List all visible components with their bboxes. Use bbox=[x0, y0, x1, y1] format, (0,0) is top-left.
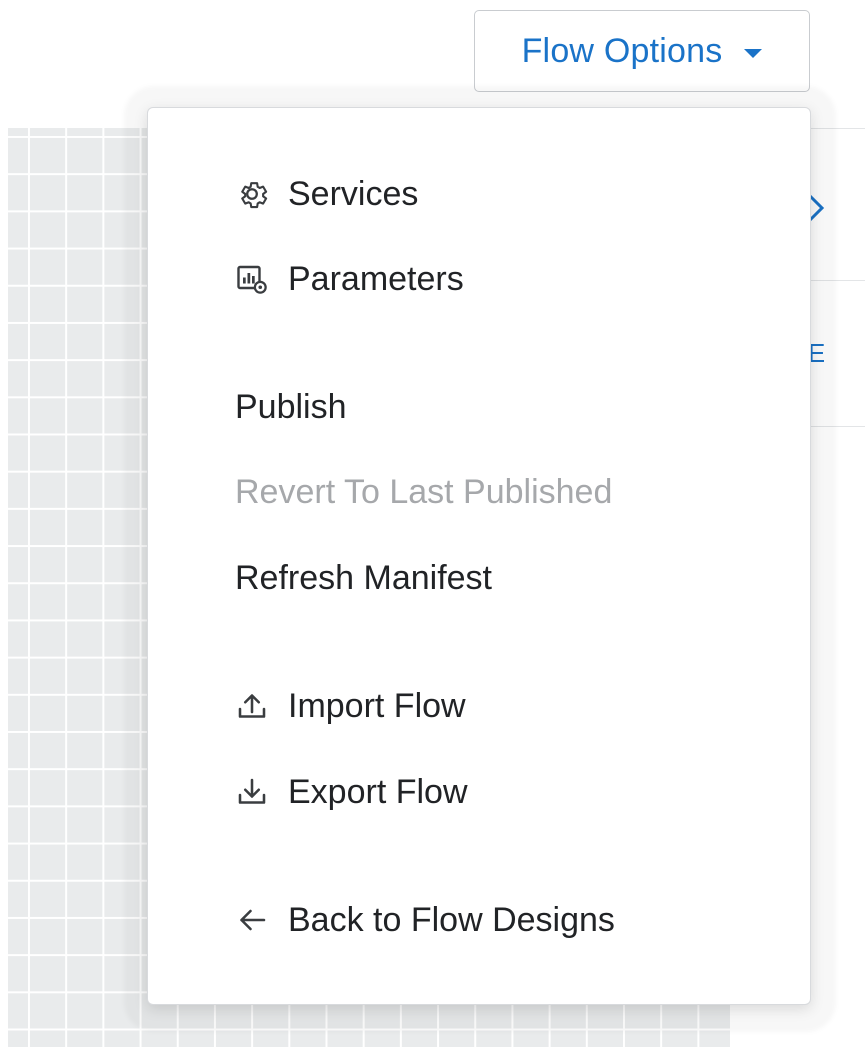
menu-item-label: Export Flow bbox=[288, 772, 468, 811]
arrow-left-icon bbox=[234, 900, 274, 940]
menu-item-label: Refresh Manifest bbox=[235, 558, 492, 597]
menu-item-label: Parameters bbox=[288, 259, 464, 298]
menu-item-publish[interactable]: Publish bbox=[235, 383, 347, 431]
menu-item-label: Publish bbox=[235, 387, 347, 426]
flow-options-menu: Services Parameters Publish Revert To La… bbox=[147, 107, 811, 1005]
flow-options-button[interactable]: Flow Options bbox=[474, 10, 810, 92]
menu-item-back-to-flow-designs[interactable]: Back to Flow Designs bbox=[234, 896, 615, 944]
gear-icon bbox=[234, 174, 274, 214]
flow-options-label: Flow Options bbox=[521, 31, 723, 70]
upload-icon bbox=[234, 686, 274, 726]
flow-designer-page: E Flow Options Services Parameters Publi… bbox=[0, 0, 865, 1047]
menu-item-refresh-manifest[interactable]: Refresh Manifest bbox=[235, 554, 492, 602]
menu-item-label: Services bbox=[288, 174, 419, 213]
parameters-icon bbox=[234, 259, 274, 299]
menu-item-import-flow[interactable]: Import Flow bbox=[234, 682, 466, 730]
menu-item-parameters[interactable]: Parameters bbox=[234, 255, 464, 303]
menu-item-label: Import Flow bbox=[288, 686, 466, 725]
menu-item-export-flow[interactable]: Export Flow bbox=[234, 768, 468, 816]
menu-item-revert-to-last-published: Revert To Last Published bbox=[235, 468, 612, 516]
menu-item-label: Revert To Last Published bbox=[235, 472, 613, 511]
caret-down-icon bbox=[744, 48, 763, 58]
download-icon bbox=[234, 772, 274, 812]
menu-item-services[interactable]: Services bbox=[234, 170, 418, 218]
menu-item-label: Back to Flow Designs bbox=[288, 900, 615, 939]
